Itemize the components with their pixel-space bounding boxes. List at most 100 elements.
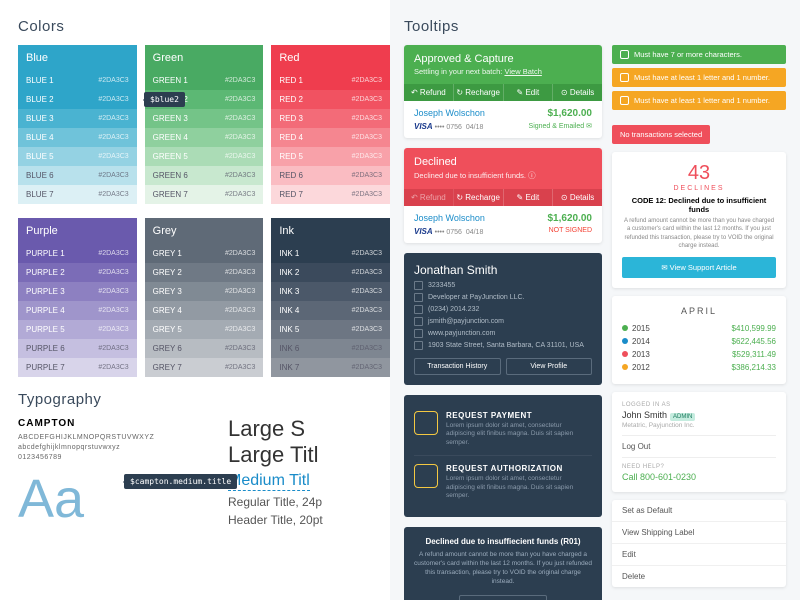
action-button[interactable]: ✎ Edit [504, 84, 554, 101]
action-button[interactable]: ↶ Refund [404, 189, 454, 206]
transaction-amount: $1,620.00 [548, 108, 593, 119]
swatch-column-header: Blue [18, 45, 137, 71]
swatch-row[interactable]: GREY 6#2DA3C3 [145, 339, 264, 358]
menu-item[interactable]: Set as Default [612, 500, 786, 522]
approved-subtitle: Settling in your next batch: View Batch [414, 67, 592, 76]
swatch-row[interactable]: GREY 1#2DA3C3 [145, 244, 264, 263]
action-button[interactable]: ↻ Recharge [454, 84, 504, 101]
phone-icon [414, 305, 423, 314]
swatch-row[interactable]: RED 7#2DA3C3 [271, 185, 390, 204]
swatch-row[interactable]: GREEN 6#2DA3C3 [145, 166, 264, 185]
swatch-row[interactable]: PURPLE 7#2DA3C3 [18, 358, 137, 377]
swatch-row[interactable]: RED 3#2DA3C3 [271, 109, 390, 128]
typography-heading: Typography [18, 391, 390, 408]
signed-status: Signed & Emailed ✉ [529, 122, 592, 131]
user-meta: Metatric, Payjunction Inc. [622, 422, 776, 429]
need-help-label: NEED HELP? [622, 464, 776, 470]
support-phone[interactable]: Call 800-601-0230 [622, 472, 776, 482]
request-item[interactable]: REQUEST PAYMENTLorem ipsum dolor sit ame… [414, 403, 592, 456]
month-heading: APRIL [622, 306, 776, 316]
swatch-row[interactable]: GREY 5#2DA3C3 [145, 320, 264, 339]
swatch-row[interactable]: BLUE 5#2DA3C3 [18, 147, 137, 166]
swatch-row[interactable]: PURPLE 6#2DA3C3 [18, 339, 137, 358]
swatch-row[interactable]: GREEN 3#2DA3C3 [145, 109, 264, 128]
menu-item[interactable]: Edit [612, 544, 786, 566]
envelope-icon [414, 317, 423, 326]
swatch-row[interactable]: RED 5#2DA3C3 [271, 147, 390, 166]
swatch-row[interactable]: BLUE 2#2DA3C3 [18, 90, 137, 109]
card-details: VISA •••• 0756 04/18 [414, 227, 483, 236]
swatch-row[interactable]: BLUE 4#2DA3C3 [18, 128, 137, 147]
profile-card: Jonathan Smith 3233455 Developer at PayJ… [404, 253, 602, 385]
swatch-row[interactable]: BLUE 6#2DA3C3 [18, 166, 137, 185]
support-message-card: Declined due to insuffiecient funds (R01… [404, 527, 602, 600]
colors-heading: Colors [18, 18, 390, 35]
view-support-button[interactable]: View Support Article [459, 595, 548, 600]
swatch-row[interactable]: RED 2#2DA3C3 [271, 90, 390, 109]
check-icon [620, 50, 629, 59]
swatch-row[interactable]: BLUE 3#2DA3C3 [18, 109, 137, 128]
swatch-grid-a: BlueBLUE 1#2DA3C3BLUE 2#2DA3C3BLUE 3#2DA… [18, 45, 390, 204]
year-row: 2013$529,311.49 [622, 348, 776, 361]
large-serif-title: Large S [228, 416, 323, 442]
warning-icon [620, 96, 629, 105]
swatch-row[interactable]: PURPLE 3#2DA3C3 [18, 282, 137, 301]
error-heading: Declined due to insuffiecient funds (R01… [414, 537, 592, 546]
view-support-article-button[interactable]: ✉ View Support Article [622, 257, 776, 278]
swatch-row[interactable]: PURPLE 1#2DA3C3 [18, 244, 137, 263]
swatch-row[interactable]: GREY 7#2DA3C3 [145, 358, 264, 377]
action-button[interactable]: ⊙ Details [553, 84, 602, 101]
swatch-row[interactable]: RED 6#2DA3C3 [271, 166, 390, 185]
swatch-row[interactable]: GREEN 4#2DA3C3 [145, 128, 264, 147]
swatch-row[interactable]: INK 7#2DA3C3 [271, 358, 390, 377]
swatch-row[interactable]: PURPLE 4#2DA3C3 [18, 301, 137, 320]
request-item[interactable]: REQUEST AUTHORIZATIONLorem ipsum dolor s… [414, 456, 592, 508]
swatch-row[interactable]: INK 5#2DA3C3 [271, 320, 390, 339]
swatch-row[interactable]: GREEN 7#2DA3C3 [145, 185, 264, 204]
swatch-row[interactable]: RED 1#2DA3C3 [271, 71, 390, 90]
not-signed-status: NOT SIGNED [549, 227, 592, 236]
login-card: LOGGED IN AS John SmithADMIN Metatric, P… [612, 392, 786, 492]
alphabet-upper: ABCDEFGHIJKLMNOPQRSTUVWXYZ [18, 433, 390, 443]
customer-name-link[interactable]: Joseph Wolschon [414, 213, 485, 224]
swatch-row[interactable]: PURPLE 5#2DA3C3 [18, 320, 137, 339]
user-name: John Smith [622, 410, 667, 420]
view-batch-link[interactable]: View Batch [504, 67, 541, 76]
swatch-row[interactable]: PURPLE 2#2DA3C3 [18, 263, 137, 282]
no-transactions-banner: No transactions selected [612, 125, 710, 144]
swatch-row[interactable]: INK 4#2DA3C3 [271, 301, 390, 320]
view-profile-button[interactable]: View Profile [506, 358, 593, 375]
swatch-row[interactable]: INK 1#2DA3C3 [271, 244, 390, 263]
card-details: VISA VISA •••• 0756 04/18 •••• 0756 04/1… [414, 122, 483, 131]
action-button[interactable]: ⊙ Details [553, 189, 602, 206]
action-button[interactable]: ↶ Refund [404, 84, 454, 101]
swatch-row[interactable]: INK 2#2DA3C3 [271, 263, 390, 282]
transaction-amount: $1,620.00 [548, 213, 593, 224]
swatch-row[interactable]: GREY 3#2DA3C3 [145, 282, 264, 301]
menu-item[interactable]: View Shipping Label [612, 522, 786, 544]
approved-title: Approved & Capture [414, 53, 592, 65]
swatch-row[interactable]: INK 3#2DA3C3 [271, 282, 390, 301]
swatch-row[interactable]: GREY 2#2DA3C3 [145, 263, 264, 282]
swatch-row[interactable]: GREEN 5#2DA3C3 [145, 147, 264, 166]
header-title: Header Title, 20pt [228, 513, 323, 527]
color-token-tag: $blue2 [144, 92, 185, 107]
swatch-column-header: Red [271, 45, 390, 71]
action-button[interactable]: ↻ Recharge [454, 189, 504, 206]
swatch-row[interactable]: INK 6#2DA3C3 [271, 339, 390, 358]
alphabet-lower: abcdefghijklmnopqrstuvwxyz [18, 443, 390, 453]
swatch-row[interactable]: BLUE 7#2DA3C3 [18, 185, 137, 204]
action-button[interactable]: ✎ Edit [504, 189, 554, 206]
menu-item[interactable]: Delete [612, 566, 786, 587]
shield-icon [414, 411, 438, 435]
font-name: CAMPTON [18, 418, 390, 429]
swatch-row[interactable]: BLUE 1#2DA3C3 [18, 71, 137, 90]
year-row: 2015$410,599.99 [622, 322, 776, 335]
customer-name-link[interactable]: Joseph Wolschon [414, 108, 485, 119]
swatch-row[interactable]: GREEN 1#2DA3C3 [145, 71, 264, 90]
swatch-row[interactable]: GREY 4#2DA3C3 [145, 301, 264, 320]
transaction-history-button[interactable]: Transaction History [414, 358, 501, 375]
logout-link[interactable]: Log Out [622, 442, 776, 451]
swatch-row[interactable]: RED 4#2DA3C3 [271, 128, 390, 147]
logged-in-label: LOGGED IN AS [622, 402, 776, 408]
